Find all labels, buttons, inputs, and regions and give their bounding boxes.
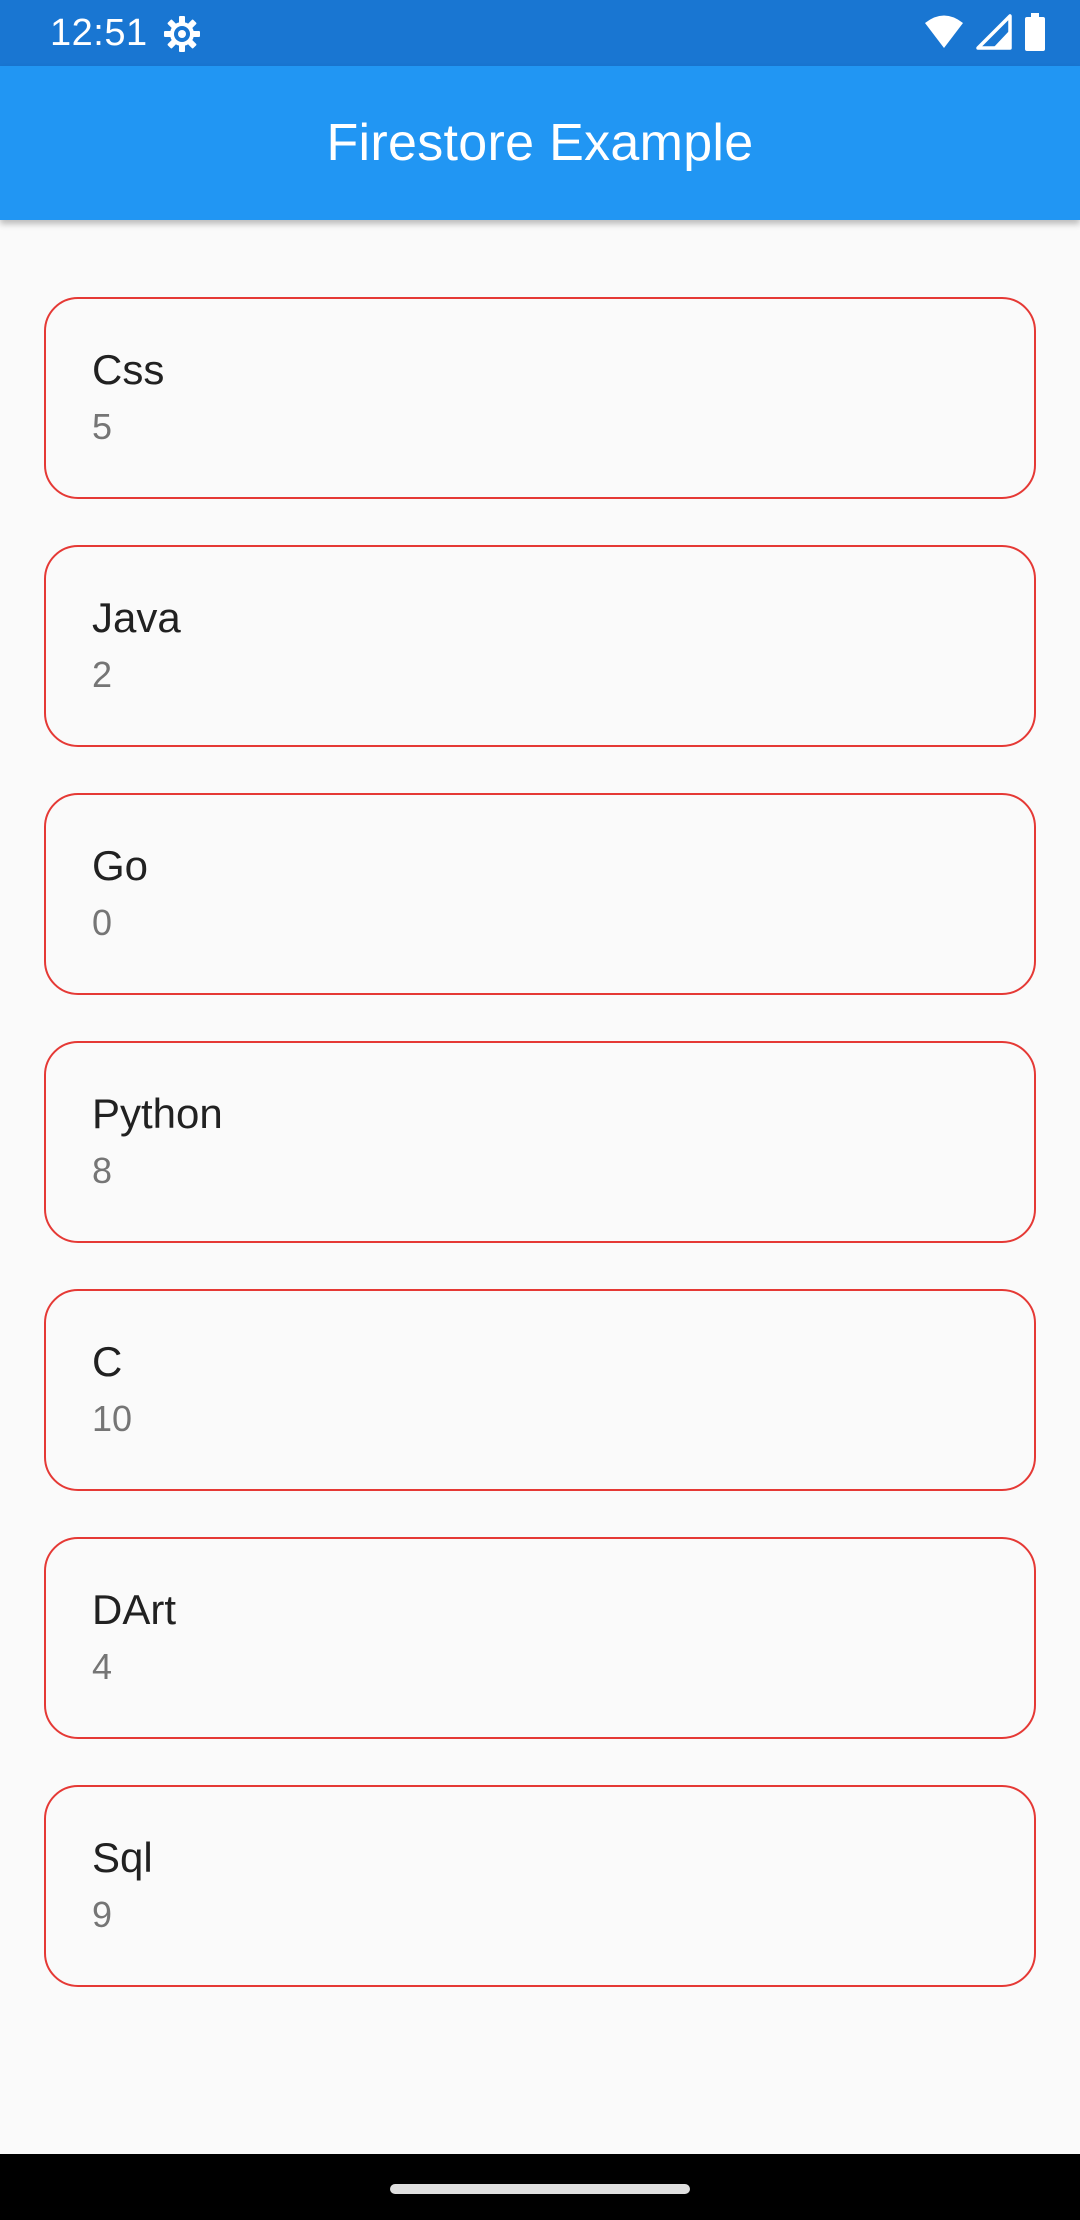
list-item[interactable]: Go 0 <box>44 793 1036 995</box>
list-item-title: Go <box>92 842 149 889</box>
list-item[interactable]: C 10 <box>44 1289 1036 1491</box>
list-item-count: 4 <box>92 1646 113 1687</box>
status-icons <box>924 12 1046 56</box>
wifi-icon <box>924 14 964 55</box>
list-item-count: 8 <box>92 1150 113 1191</box>
settings-gear-icon <box>162 14 202 54</box>
list-item-count: 2 <box>92 654 113 695</box>
list-item-title: DArt <box>92 1586 176 1633</box>
status-time: 12:51 <box>50 12 148 54</box>
page-title: Firestore Example <box>326 114 754 172</box>
list-item-count: 5 <box>92 406 113 447</box>
status-bar: 12:51 <box>0 0 1080 66</box>
list-item-count: 0 <box>92 902 113 943</box>
list-item-count: 9 <box>92 1894 113 1935</box>
list-item[interactable]: Java 2 <box>44 545 1036 747</box>
list-item-title: Python <box>92 1090 223 1137</box>
list-item[interactable]: Css 5 <box>44 297 1036 499</box>
list-item-count: 10 <box>92 1398 133 1439</box>
app-bar: Firestore Example <box>0 66 1080 220</box>
list-item[interactable]: Sql 9 <box>44 1785 1036 1987</box>
language-list: Css 5 Java 2 Go 0 Python 8 C 10 DArt 4 S… <box>44 297 1036 2033</box>
list-item-title: Sql <box>92 1834 153 1881</box>
list-item[interactable]: Python 8 <box>44 1041 1036 1243</box>
list-item-title: Java <box>92 594 181 641</box>
list-item-title: C <box>92 1338 123 1385</box>
battery-icon <box>1024 12 1046 56</box>
system-navigation-bar <box>0 2154 1080 2220</box>
list-item-title: Css <box>92 346 165 393</box>
home-gesture-handle[interactable] <box>390 2184 690 2194</box>
list-item[interactable]: DArt 4 <box>44 1537 1036 1739</box>
cellular-signal-icon <box>976 13 1012 55</box>
